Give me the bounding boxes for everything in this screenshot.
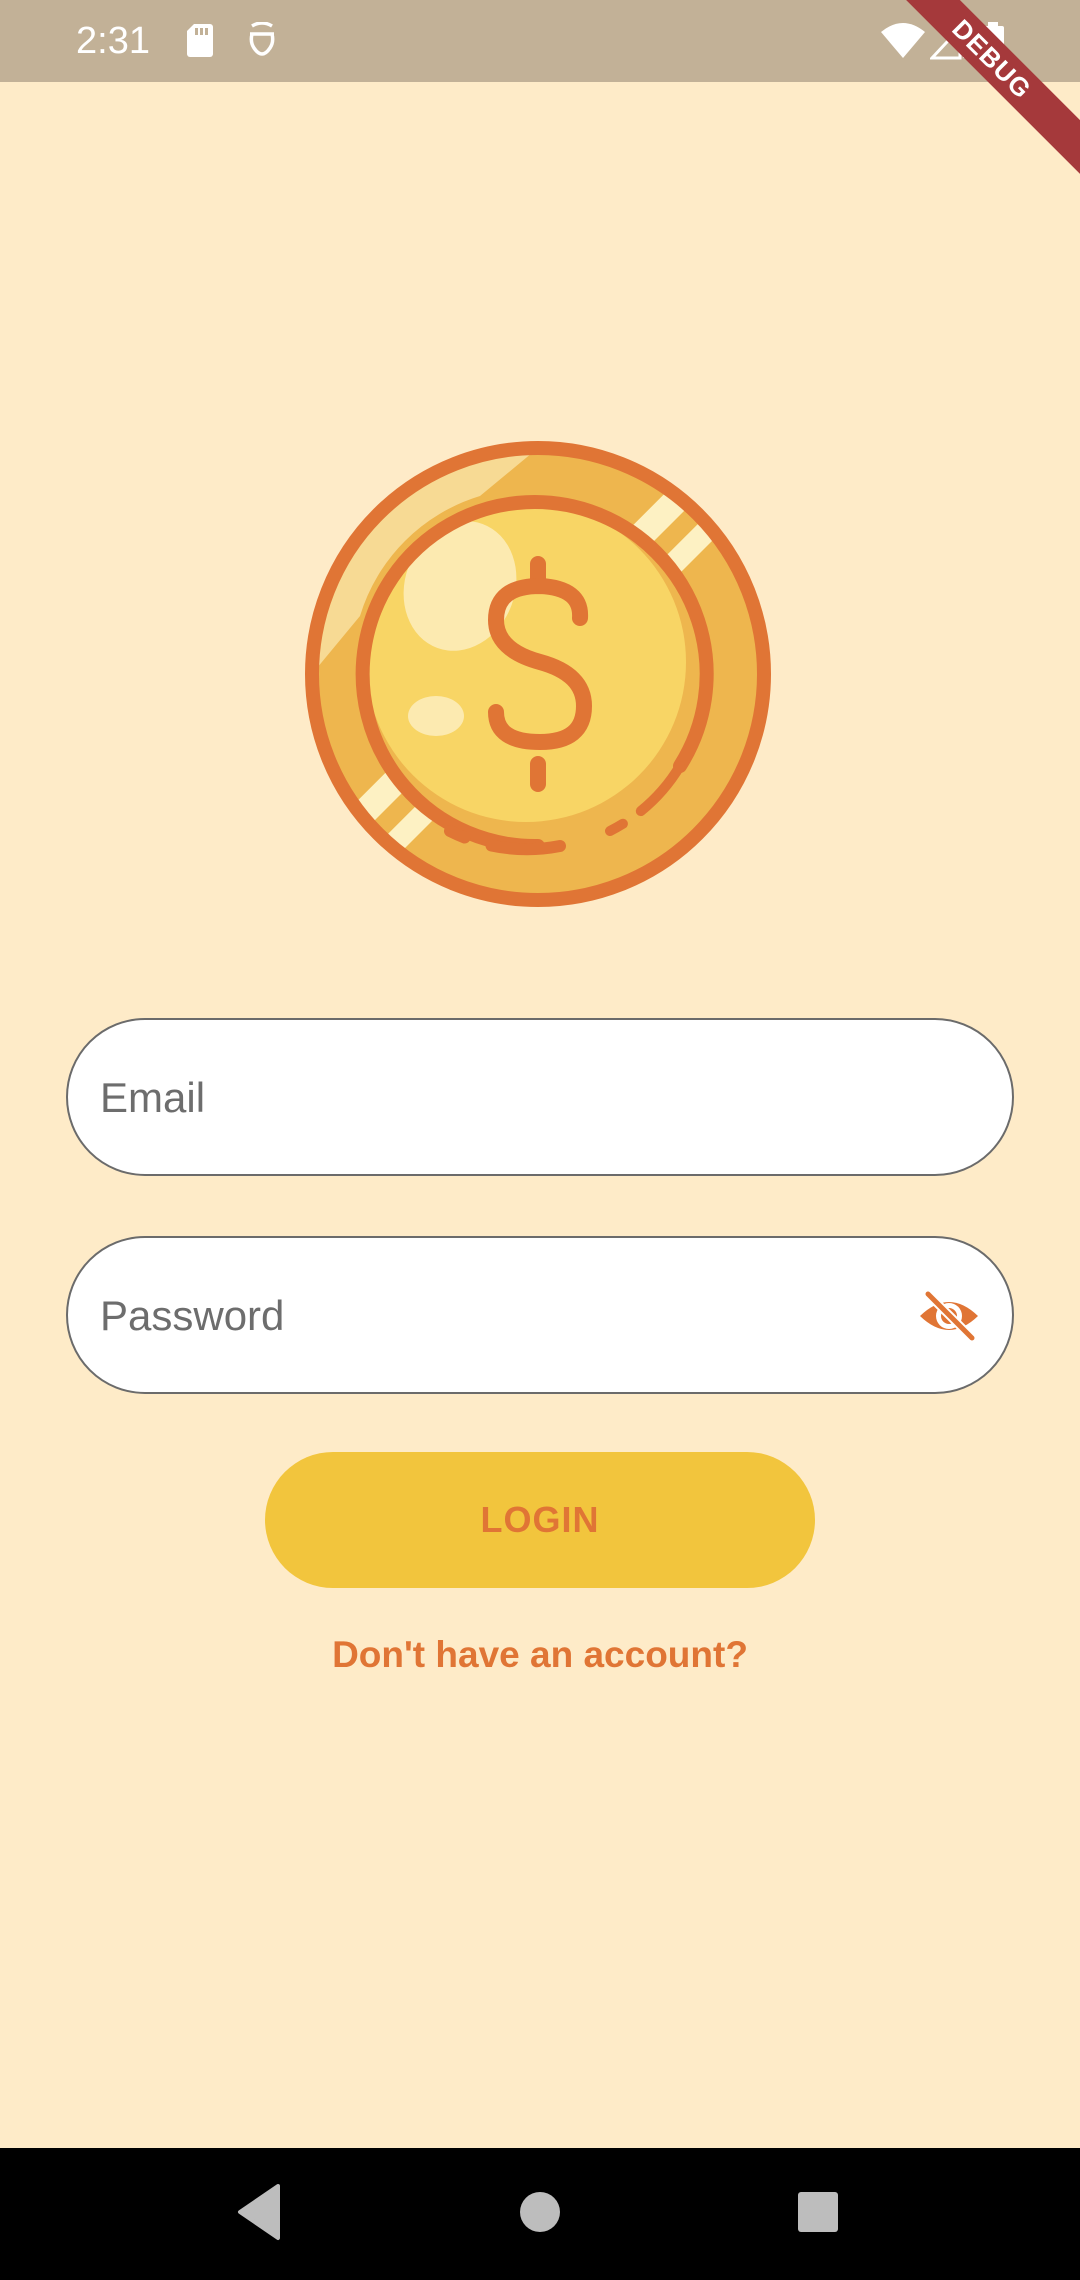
login-button[interactable]: LOGIN xyxy=(265,1452,815,1588)
recents-icon[interactable] xyxy=(796,2182,840,2242)
signup-link[interactable]: Don't have an account? xyxy=(0,1634,1080,1676)
eye-off-icon[interactable] xyxy=(918,1288,980,1344)
sim-icon xyxy=(249,22,275,56)
back-icon[interactable] xyxy=(236,2182,282,2242)
wifi-icon xyxy=(881,23,925,58)
password-field[interactable] xyxy=(98,1238,922,1394)
home-icon[interactable] xyxy=(518,2182,562,2242)
email-field[interactable] xyxy=(98,1020,922,1176)
navigation-bar xyxy=(0,2148,1080,2280)
sd-card-icon xyxy=(187,24,213,57)
status-time: 2:31 xyxy=(76,20,150,62)
email-field-container xyxy=(66,1018,1014,1176)
coin-dollar-icon xyxy=(305,441,771,907)
password-field-container xyxy=(66,1236,1014,1394)
